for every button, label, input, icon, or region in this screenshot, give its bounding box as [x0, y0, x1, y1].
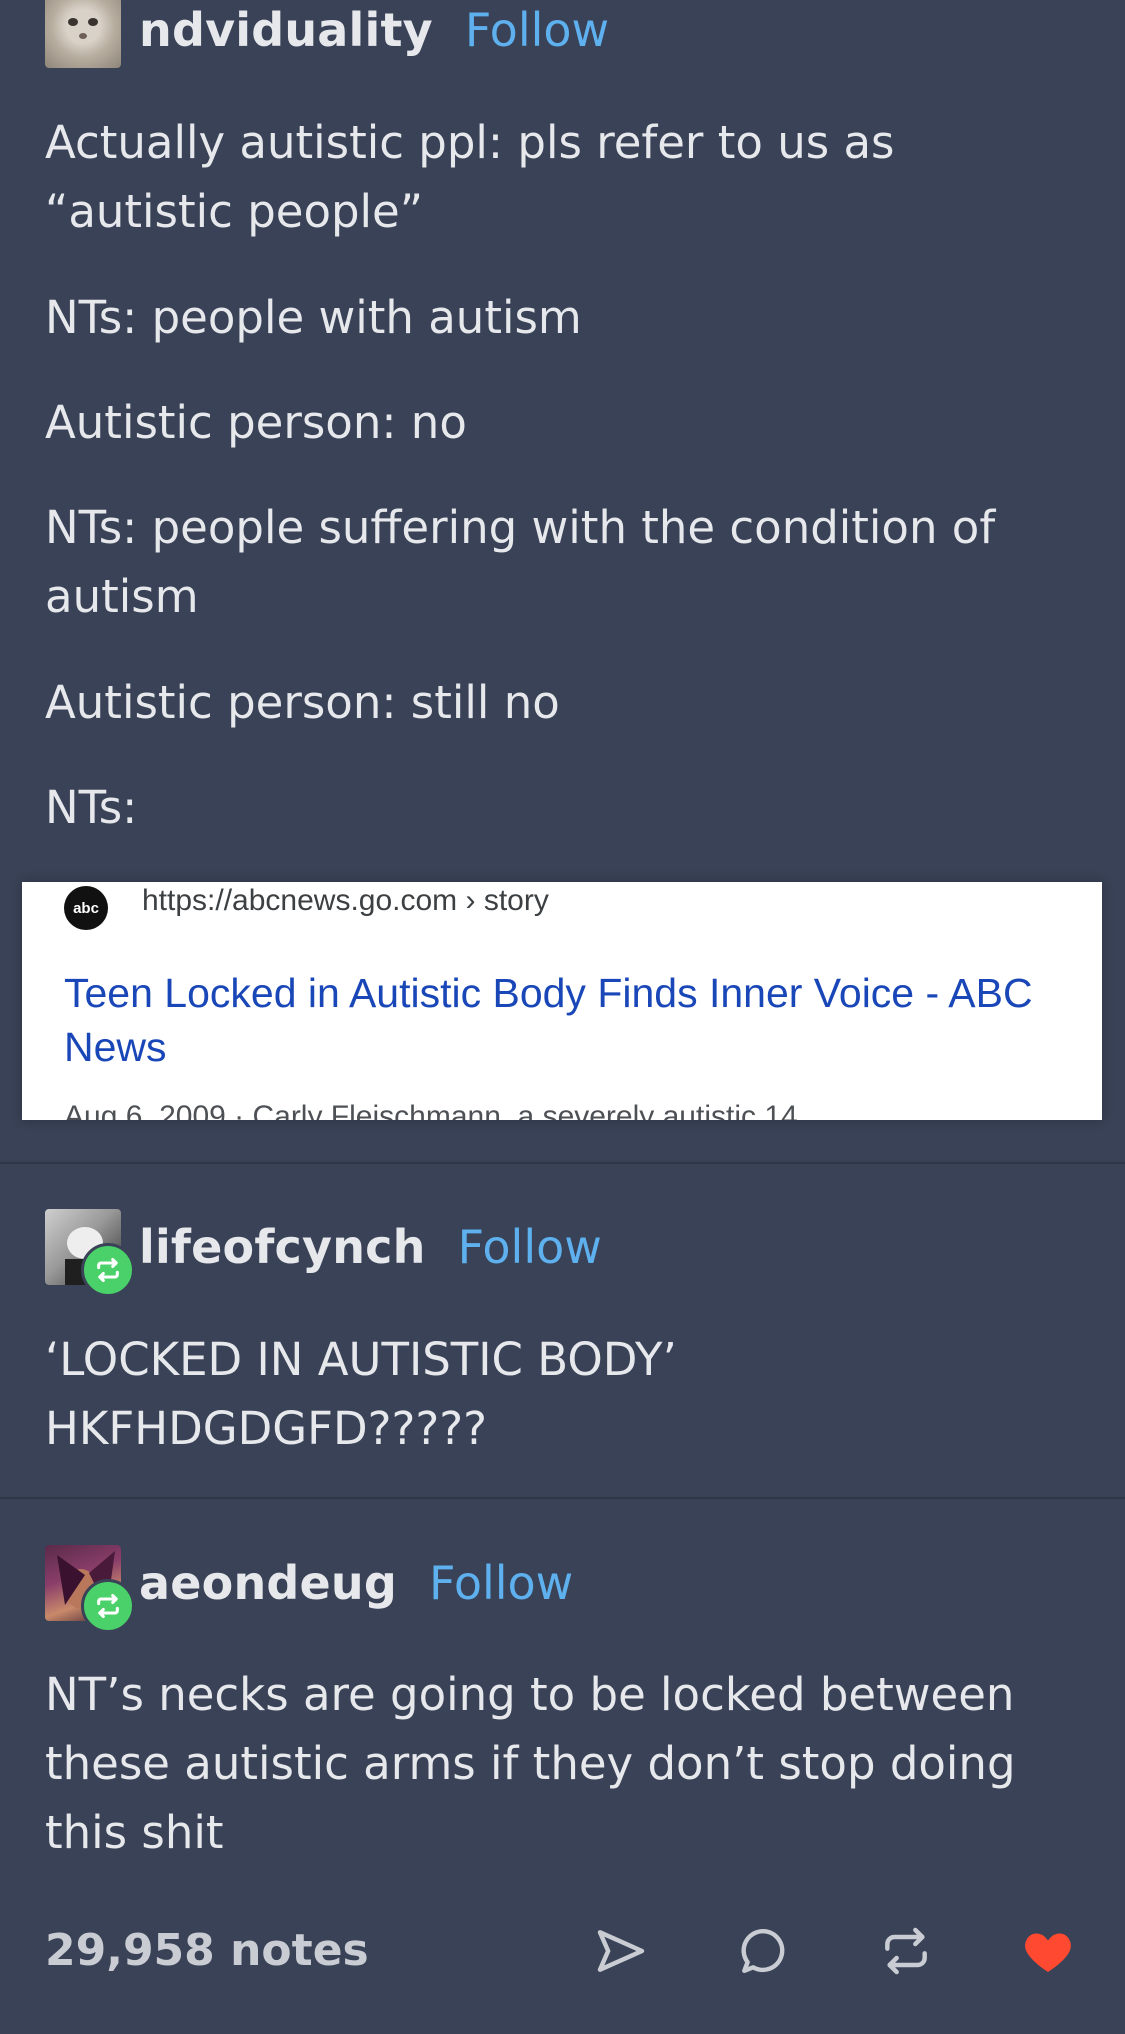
abc-news-logo-icon: abc [64, 886, 108, 930]
notes-count[interactable]: 29,958 notes [45, 1925, 369, 1976]
blog-name[interactable]: aeondeug [139, 1556, 397, 1610]
post-text: NTs: people suffering with the condition… [45, 501, 996, 623]
reblog-badge-icon [81, 1243, 135, 1297]
avatar[interactable] [45, 1545, 135, 1633]
post-text: ‘LOCKED IN AUTISTIC BODY’ HKFHDGDGFD????… [45, 1333, 677, 1455]
result-title: Teen Locked in Autistic Body Finds Inner… [64, 970, 1033, 1070]
post-text: NT’s necks are going to be locked betwee… [45, 1668, 1016, 1859]
post-text: Actually autistic ppl: pls refer to us a… [45, 116, 895, 238]
blog-name[interactable]: lifeofcynch [139, 1220, 426, 1274]
divider [0, 1162, 1125, 1164]
favicon-text: abc [73, 899, 99, 917]
post-text: Autistic person: still no [45, 676, 560, 729]
result-snippet: Aug 6, 2009 · Carly Fleischmann, a sever… [64, 1100, 798, 1120]
comment-icon[interactable] [735, 1923, 791, 1979]
like-icon[interactable] [1020, 1923, 1076, 1979]
divider [0, 1497, 1125, 1499]
reblog-icon[interactable] [878, 1923, 934, 1979]
post-header-2: lifeofcynch Follow [45, 1209, 602, 1297]
post-text: NTs: [45, 781, 138, 834]
avatar[interactable] [45, 1209, 135, 1297]
result-url: https://abcnews.go.com › story [142, 884, 549, 917]
post-header-3: aeondeug Follow [45, 1545, 573, 1633]
post-text: NTs: people with autism [45, 291, 582, 344]
blog-name[interactable]: ndviduality [139, 3, 433, 57]
post-text: Autistic person: no [45, 396, 467, 449]
follow-button[interactable]: Follow [465, 3, 609, 57]
post-footer: 29,958 notes [45, 1915, 1085, 1985]
post-header-1: ndviduality Follow [45, 0, 609, 68]
share-icon[interactable] [593, 1923, 649, 1979]
follow-button[interactable]: Follow [458, 1220, 602, 1274]
reblog-badge-icon [81, 1579, 135, 1633]
follow-button[interactable]: Follow [429, 1556, 573, 1610]
avatar[interactable] [45, 0, 121, 68]
search-result-card: abc https://abcnews.go.com › story Teen … [22, 882, 1102, 1120]
